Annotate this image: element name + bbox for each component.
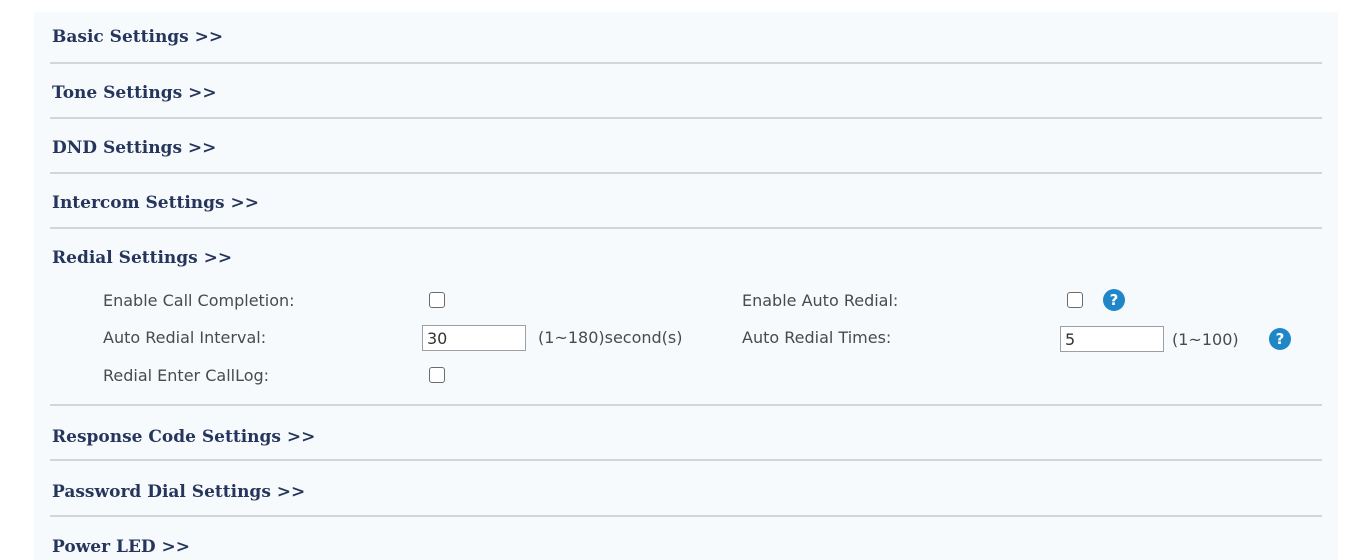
auto-redial-times-input[interactable] [1060,326,1164,352]
divider [50,172,1322,174]
divider [50,62,1322,64]
password-dial-settings-header[interactable]: Password Dial Settings >> [52,481,305,503]
divider [50,404,1322,406]
help-icon[interactable]: ? [1103,289,1125,311]
svg-text:?: ? [1276,330,1285,348]
enable-call-completion-label: Enable Call Completion: [103,291,295,310]
power-led-header[interactable]: Power LED >> [52,536,190,558]
divider [50,227,1322,229]
auto-redial-interval-input[interactable] [422,325,526,351]
basic-settings-header[interactable]: Basic Settings >> [52,26,223,48]
redial-enter-calllog-label: Redial Enter CallLog: [103,366,270,385]
auto-redial-interval-hint: (1~180)second(s) [538,328,683,347]
divider [50,515,1322,517]
divider [50,459,1322,461]
auto-redial-interval-label: Auto Redial Interval: [103,328,267,347]
divider [50,117,1322,119]
help-icon[interactable]: ? [1269,328,1291,350]
tone-settings-header[interactable]: Tone Settings >> [52,82,217,104]
intercom-settings-header[interactable]: Intercom Settings >> [52,192,259,214]
dnd-settings-header[interactable]: DND Settings >> [52,137,216,159]
enable-auto-redial-label: Enable Auto Redial: [742,291,899,310]
redial-settings-header[interactable]: Redial Settings >> [52,247,232,269]
enable-auto-redial-checkbox[interactable] [1067,292,1083,308]
auto-redial-times-hint: (1~100) [1172,330,1239,349]
auto-redial-times-label: Auto Redial Times: [742,328,892,347]
settings-panel: Basic Settings >> Tone Settings >> DND S… [34,12,1338,560]
svg-text:?: ? [1110,291,1119,309]
response-code-settings-header[interactable]: Response Code Settings >> [52,426,315,448]
redial-enter-calllog-checkbox[interactable] [429,367,445,383]
enable-call-completion-checkbox[interactable] [429,292,445,308]
